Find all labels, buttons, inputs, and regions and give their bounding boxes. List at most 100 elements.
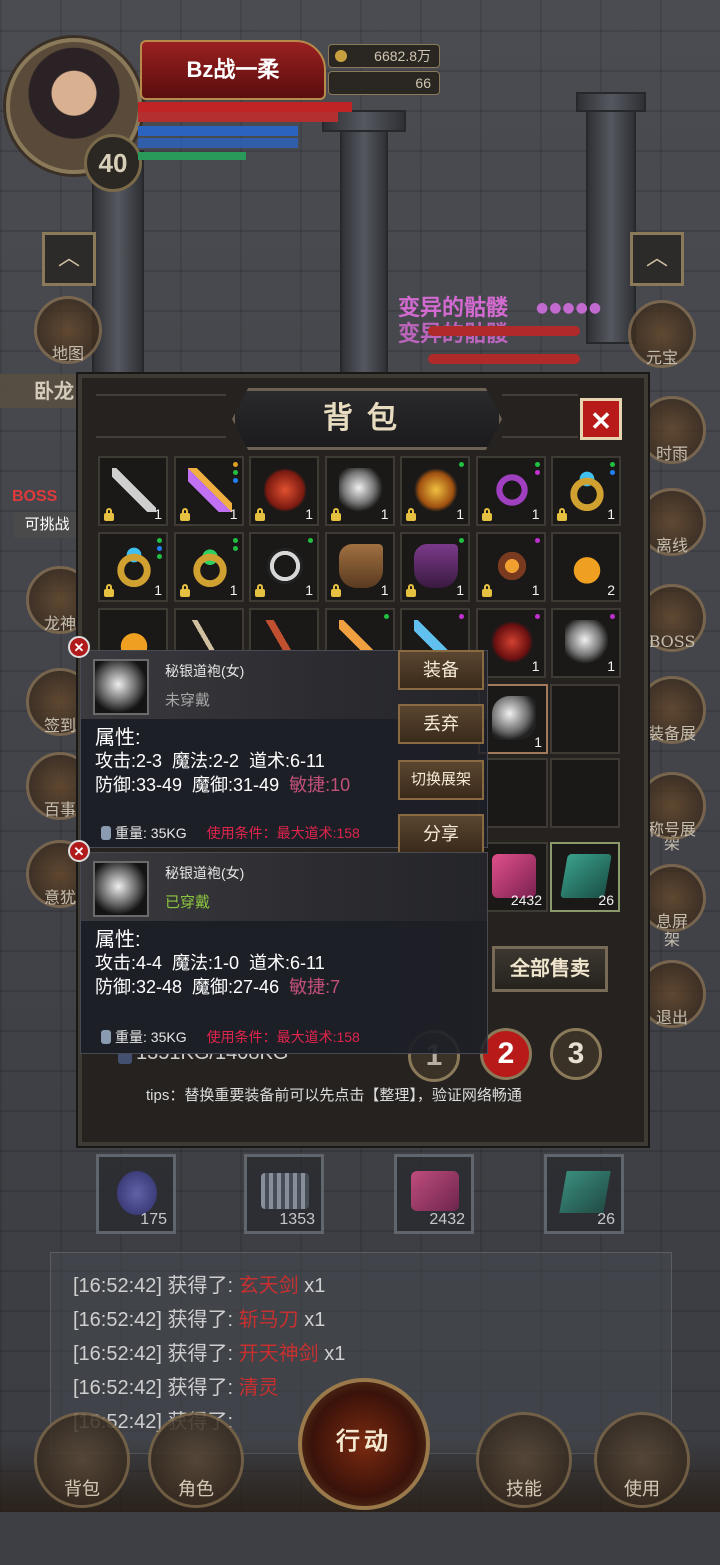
- ring-icon: [112, 544, 156, 588]
- location-label: 卧龙: [0, 374, 80, 408]
- bag-slot-selected[interactable]: 1: [478, 684, 548, 754]
- boss-label: BOSS: [12, 488, 58, 505]
- robe-icon: [338, 468, 383, 512]
- boss-challenge-label[interactable]: 可挑战: [14, 512, 80, 538]
- weight-bag-icon: [101, 826, 111, 840]
- tooltip-defense: 防御:33-49 魔御:31-49: [95, 775, 280, 795]
- menu-offline-button[interactable]: 离线: [638, 488, 706, 556]
- item-tooltip-worn: 秘银道袍(女) 已穿戴 属性: 攻击:4-4 魔法:1-0 道术:6-11 防御…: [80, 852, 488, 1054]
- bag-slot[interactable]: 1: [400, 456, 470, 526]
- bag-slot[interactable]: 1: [98, 456, 168, 526]
- menu-boss-button[interactable]: BOSS: [638, 584, 706, 652]
- tooltip-close-icon[interactable]: ✕: [68, 840, 90, 862]
- tooltip-attr-line1: 攻击:2-3 魔法:2-2 道术:6-11: [95, 751, 325, 771]
- menu-title-display-button[interactable]: 称号展架: [638, 772, 706, 949]
- bag-slot-scroll[interactable]: 2432: [478, 842, 548, 912]
- tooltip-attr-line1: 攻击:4-4 魔法:1-0 道术:6-11: [95, 953, 325, 973]
- hp-bar-secondary: [138, 112, 338, 122]
- bag-slot-empty[interactable]: [550, 684, 620, 754]
- robe-icon: [492, 696, 536, 740]
- quick-slot-cart[interactable]: 1353: [244, 1154, 324, 1234]
- menu-shiyu-button[interactable]: 时雨: [638, 396, 706, 464]
- log-line: [16:52:42] 获得了: 斩马刀 x1: [73, 1309, 326, 1331]
- bag-slot-empty[interactable]: [550, 758, 620, 828]
- quality-dot: [232, 538, 238, 543]
- page-3-button[interactable]: 3: [550, 1028, 602, 1080]
- bag-slot[interactable]: 1: [324, 456, 395, 526]
- mob-name-label[interactable]: 变异的骷髅 变异的骷髅: [398, 296, 508, 348]
- log-line: [16:52:42] 获得了: 玄天剑 x1: [73, 1275, 326, 1297]
- collapse-right-button[interactable]: ︿: [630, 232, 684, 286]
- bag-slot[interactable]: 1: [475, 532, 546, 602]
- slot-count: 26: [597, 1211, 615, 1228]
- bag-slot-book[interactable]: 26: [550, 842, 620, 912]
- nav-skill-button[interactable]: 技能: [476, 1412, 572, 1508]
- lock-icon: [406, 584, 416, 597]
- sword-icon: [187, 468, 232, 512]
- bag-slot[interactable]: 1: [249, 532, 319, 602]
- bag-slot[interactable]: 1: [249, 456, 319, 526]
- bag-slot[interactable]: 1: [400, 532, 470, 602]
- slot-count: 1: [380, 582, 389, 598]
- bag-slot[interactable]: 2: [551, 532, 621, 602]
- tooltip-footer: 重量: 35KG 使用条件：最大道术:158: [101, 1027, 360, 1047]
- nav-bag-button[interactable]: 背包: [34, 1412, 130, 1508]
- action-button[interactable]: 行动: [298, 1378, 430, 1510]
- player-name: Bz战一柔: [140, 40, 326, 100]
- bag-slot[interactable]: 1: [324, 532, 395, 602]
- mp-bar: [138, 126, 298, 136]
- nav-role-button[interactable]: 角色: [148, 1412, 244, 1508]
- menu-exit-button[interactable]: 退出: [638, 960, 706, 1028]
- bag-title-ornament-left: [96, 394, 226, 438]
- bag-slot[interactable]: 1: [551, 608, 621, 678]
- equip-button[interactable]: 装备: [398, 650, 484, 690]
- amulet-icon: [489, 544, 534, 588]
- scroll-pink-icon: [411, 1171, 459, 1211]
- slot-count: 1: [607, 658, 615, 674]
- bag-slot[interactable]: 1: [98, 532, 168, 602]
- tooltip-close-icon[interactable]: ✕: [68, 636, 90, 658]
- quality-dot: [232, 478, 238, 483]
- bag-slot[interactable]: 1: [173, 532, 244, 602]
- quality-dot: [534, 462, 540, 467]
- robe-icon: [93, 861, 149, 917]
- bag-slot[interactable]: 1: [551, 456, 621, 526]
- menu-ingot-button[interactable]: 元宝: [628, 300, 696, 368]
- quality-dot: [232, 462, 238, 467]
- menu-equip-display-button[interactable]: 装备展架: [638, 676, 706, 853]
- menu-map-button[interactable]: 地图: [34, 296, 102, 364]
- helmet-icon: [414, 468, 458, 512]
- lock-icon: [104, 584, 114, 597]
- boots-icon: [338, 544, 383, 588]
- ring-icon: [565, 468, 609, 512]
- sell-all-button[interactable]: 全部售卖: [492, 946, 608, 992]
- quick-slot-scroll[interactable]: 2432: [394, 1154, 474, 1234]
- quick-slot-book[interactable]: 26: [544, 1154, 624, 1234]
- bag-slot[interactable]: 1: [173, 456, 244, 526]
- menu-screen-off-button[interactable]: 息屏: [638, 864, 706, 932]
- quality-dot: [459, 614, 464, 619]
- collapse-left-button[interactable]: ︿: [42, 232, 96, 286]
- slot-count: 1: [456, 506, 464, 522]
- slot-count: 1: [531, 658, 540, 674]
- slot-count: 1: [531, 506, 540, 522]
- lock-icon: [179, 508, 190, 521]
- bag-slot[interactable]: 1: [475, 456, 546, 526]
- armor-icon: [263, 468, 307, 512]
- player-level-badge: 40: [84, 134, 142, 192]
- switch-display-button[interactable]: 切换展架: [398, 760, 484, 800]
- quick-slot-potion[interactable]: 175: [96, 1154, 176, 1234]
- tooltip-attr-title: 属性:: [95, 727, 141, 749]
- quality-dot: [610, 470, 615, 475]
- mob-hp-bar-2: [428, 354, 580, 364]
- drop-button[interactable]: 丢弃: [398, 704, 484, 744]
- share-button[interactable]: 分享: [398, 814, 484, 854]
- slot-count: 1: [229, 582, 238, 598]
- bag-slot-empty[interactable]: [478, 758, 548, 828]
- book-green-icon: [559, 1171, 611, 1213]
- nav-use-button[interactable]: 使用: [594, 1412, 690, 1508]
- close-button[interactable]: ✕: [580, 398, 622, 440]
- mp-bar-secondary: [138, 138, 298, 148]
- quality-dot: [232, 546, 238, 551]
- slot-count: 1: [534, 734, 542, 750]
